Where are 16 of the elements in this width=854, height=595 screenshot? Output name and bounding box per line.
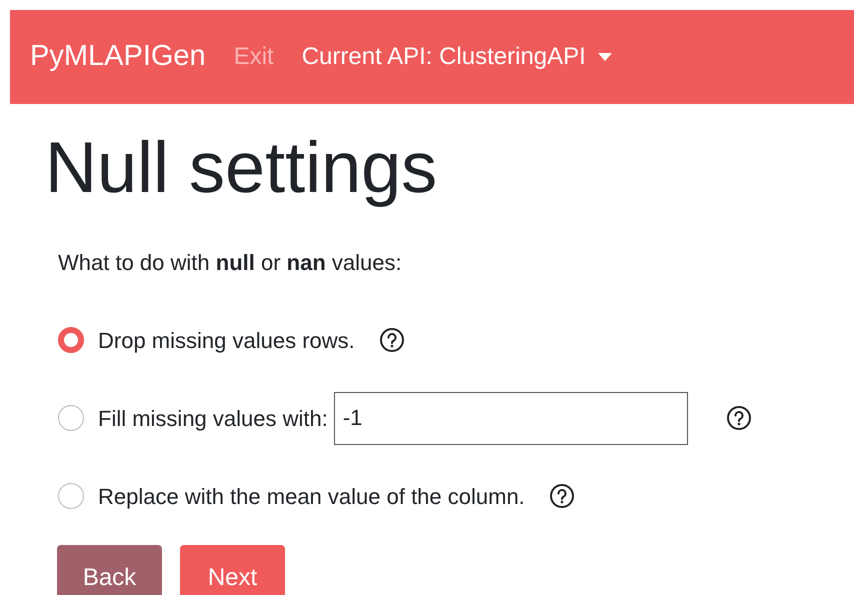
next-button[interactable]: Next	[180, 545, 285, 595]
fill-value-field[interactable]: -1	[334, 392, 688, 444]
radio-button[interactable]	[58, 405, 84, 431]
brand-link[interactable]: PyMLAPIGen	[30, 35, 206, 79]
radio-button[interactable]	[58, 483, 84, 509]
radio-button[interactable]	[58, 327, 84, 353]
help-icon[interactable]	[548, 483, 575, 509]
help-icon[interactable]	[378, 327, 405, 353]
help-icon[interactable]	[726, 405, 752, 431]
option-label[interactable]: Fill missing values with:	[98, 402, 328, 434]
option-label[interactable]: Replace with the mean value of the column.	[98, 480, 525, 512]
caret-icon	[598, 53, 612, 61]
option-label[interactable]: Drop missing values rows.	[98, 324, 355, 356]
nav-link[interactable]: Current API: ClusteringAPI	[302, 39, 612, 75]
back-button[interactable]: Back	[57, 545, 162, 595]
prompt-text: What to do with null or nan values:	[58, 249, 403, 277]
